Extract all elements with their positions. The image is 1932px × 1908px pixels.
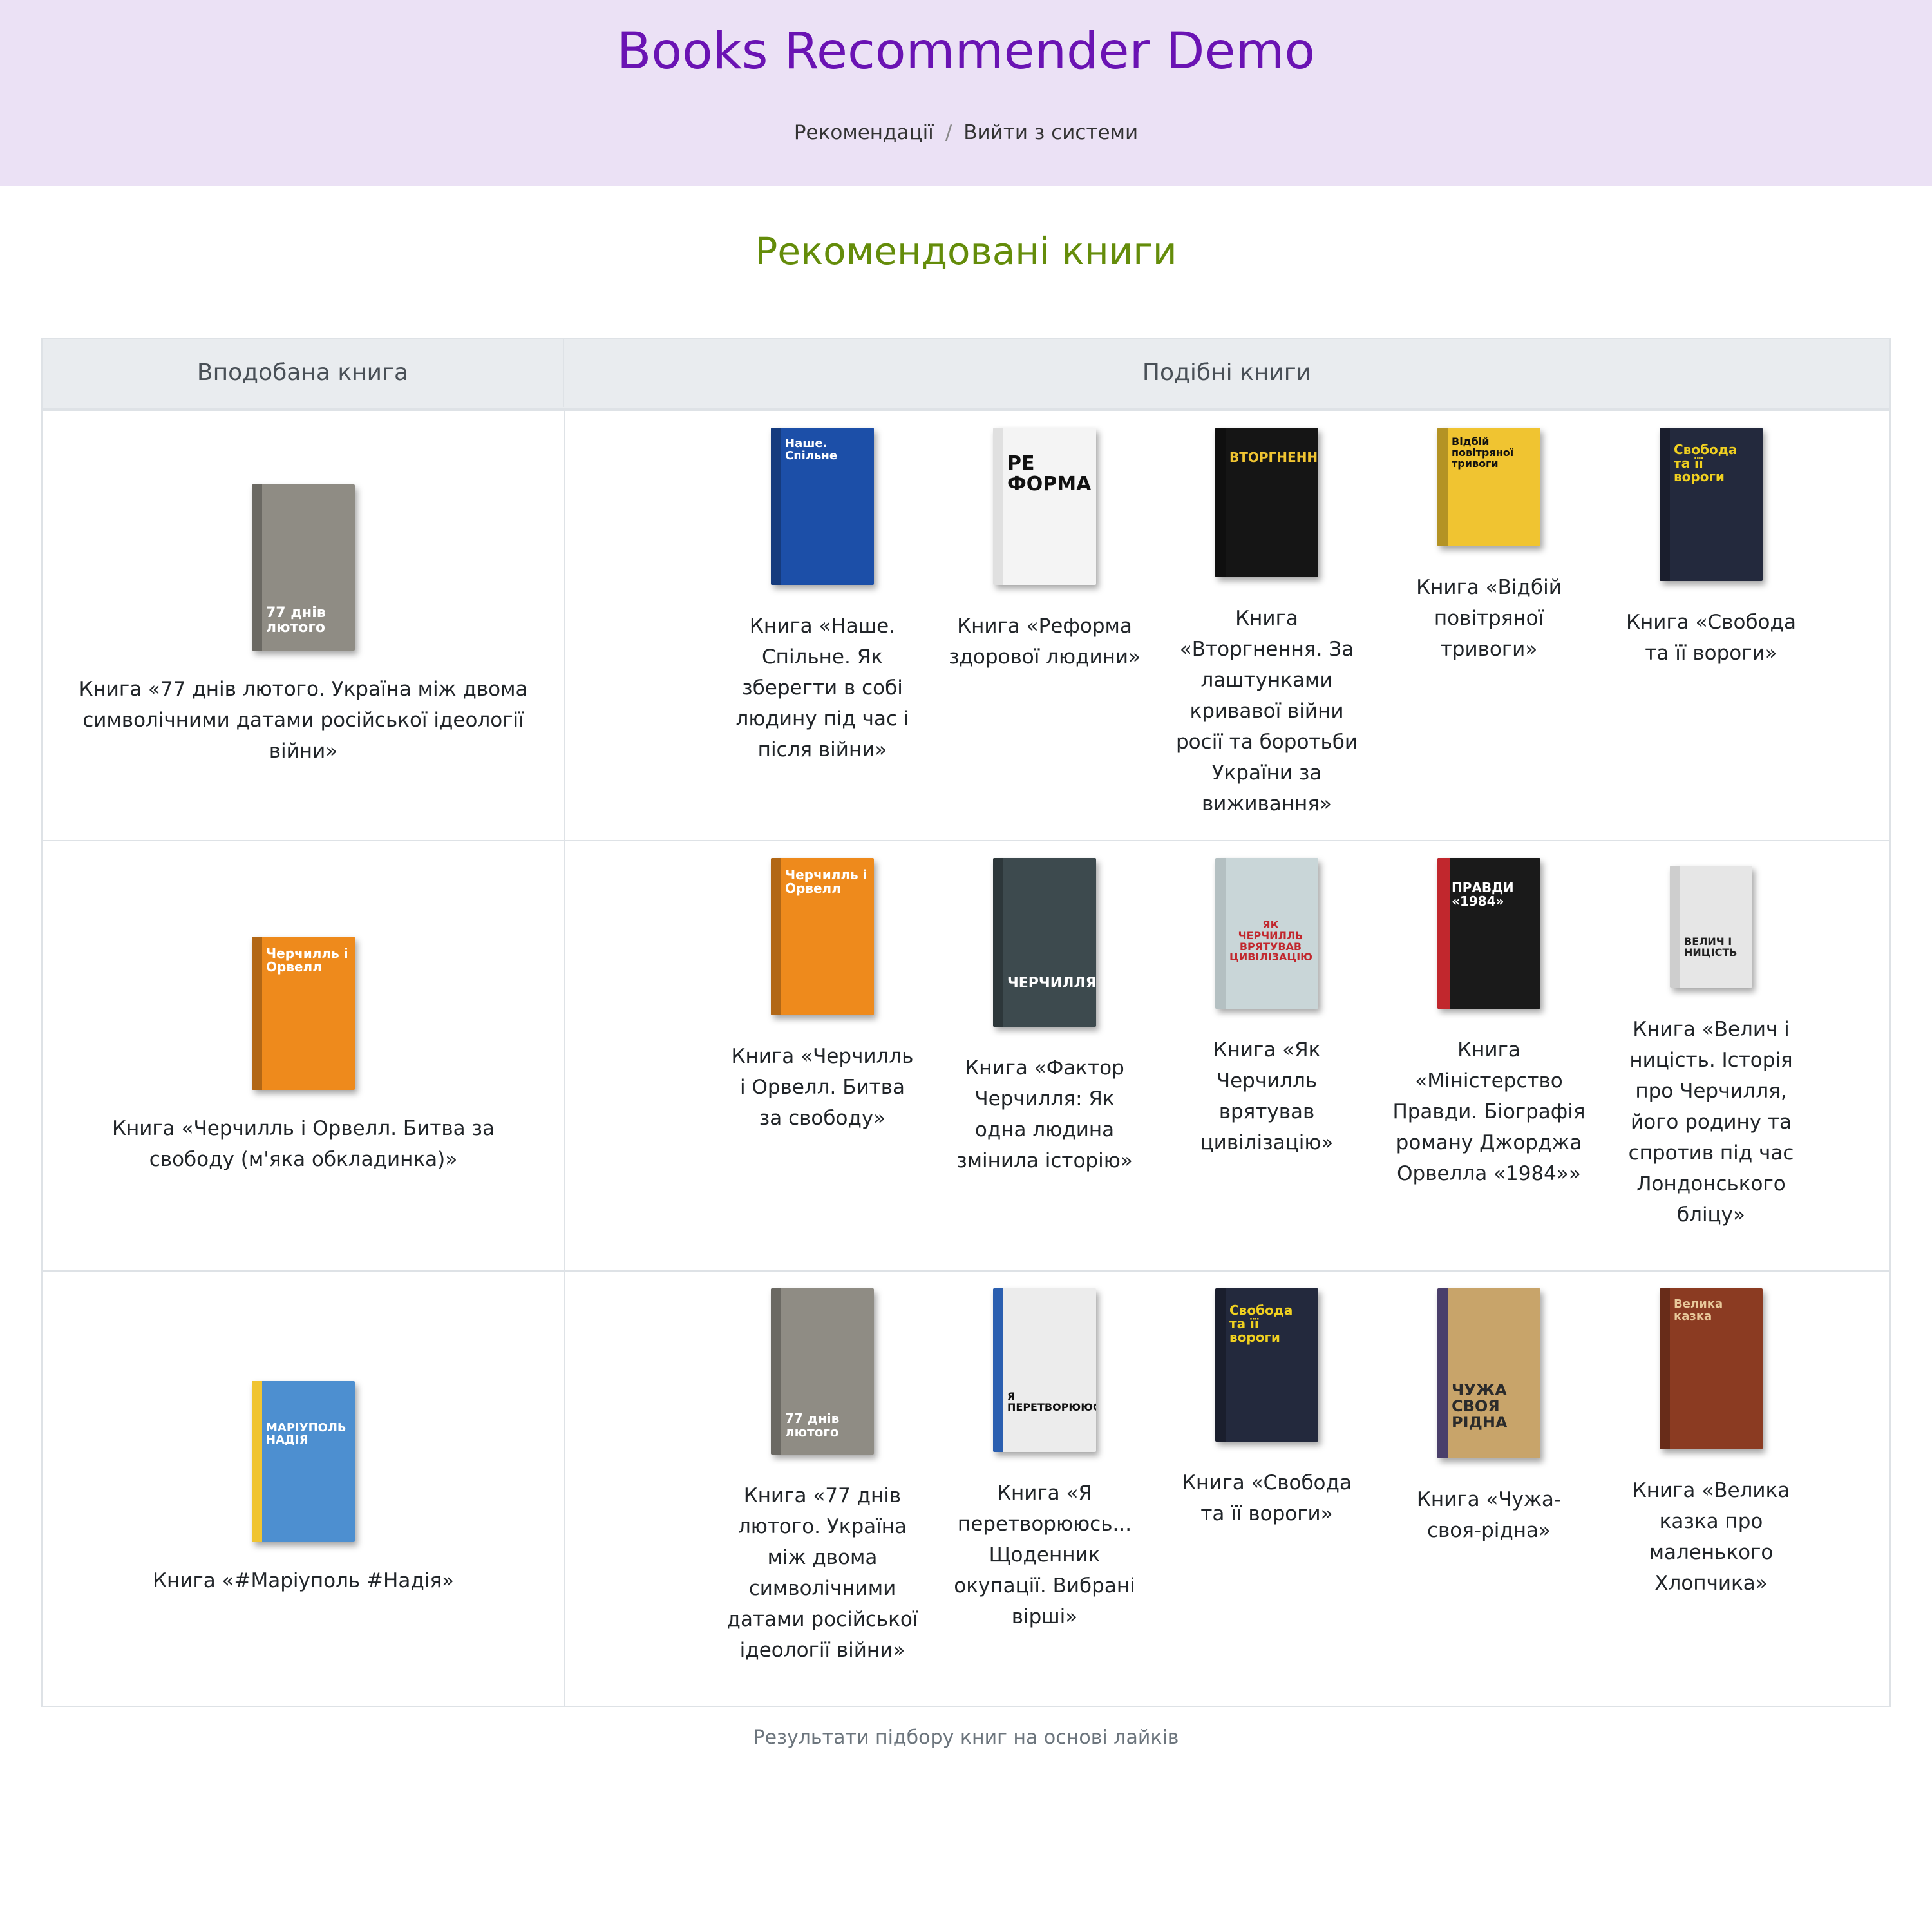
table-row: 77 днів лютого Книга «77 днів лютого. Ук… (43, 410, 1889, 840)
book-cover-image[interactable]: ЯК ЧЕРЧИЛЛЬ ВРЯТУВАВ ЦИВІЛІЗАЦІЮ (1215, 858, 1318, 1009)
book-cover-image[interactable]: Наше. Спільне (771, 428, 874, 585)
similar-book-title[interactable]: Книга «Наше. Спільне. Як зберегти в собі… (726, 611, 919, 765)
similar-book: ЧУЖА СВОЯ РІДНА Книга «Чужа-своя-рідна» (1392, 1288, 1586, 1546)
book-cover-image[interactable]: ВТОРГНЕННЯ (1215, 428, 1318, 577)
similar-book-title[interactable]: Книга «Велика казка про маленького Хлопч… (1615, 1475, 1808, 1599)
site-header: Books Recommender Demo Рекомендації / Вийт… (0, 0, 1932, 186)
breadcrumb-nav: Рекомендації / Вийти з системи (0, 119, 1932, 147)
similar-book: Свобода та її вороги Книга «Свобода та ї… (1170, 1288, 1363, 1529)
similar-book-title[interactable]: Книга «Чужа-своя-рідна» (1392, 1484, 1586, 1546)
similar-book-title[interactable]: Книга «Свобода та її вороги» (1170, 1467, 1363, 1529)
similar-book-title[interactable]: Книга «Фактор Черчилля: Як одна людина з… (948, 1053, 1141, 1176)
similar-book-title[interactable]: Книга «77 днів лютого. Україна між двома… (726, 1480, 919, 1666)
similar-book: Свобода та її вороги Книга «Свобода та ї… (1615, 428, 1808, 669)
book-cover-image[interactable]: ЧУЖА СВОЯ РІДНА (1437, 1288, 1540, 1458)
table-header: Вподобана книга Подібні книги (43, 339, 1889, 410)
similar-book: Черчилль і Орвелл Книга «Черчилль і Орве… (726, 858, 919, 1134)
similar-book: ВЕЛИЧ І НИЦІСТЬ Книга «Велич і ницість. … (1615, 858, 1808, 1230)
similar-book: ПРАВДИ «1984» Книга «Міністерство Правди… (1392, 858, 1586, 1189)
similar-book-title[interactable]: Книга «Як Черчилль врятував цивілізацію» (1170, 1035, 1363, 1158)
page-title: Рекомендовані книги (755, 229, 1177, 273)
similar-book: РЕ ФОРМА Книга «Реформа здорової людини» (948, 428, 1141, 673)
book-cover-image[interactable]: 77 днів лютого (771, 1288, 874, 1455)
nav-separator: / (945, 121, 952, 144)
nav-recommendations-link[interactable]: Рекомендації (794, 121, 934, 144)
book-cover-image[interactable]: РЕ ФОРМА (993, 428, 1096, 585)
book-cover-image[interactable]: Черчилль і Орвелл (252, 937, 355, 1090)
liked-book-title[interactable]: Книга «77 днів лютого. Україна між двома… (78, 674, 529, 767)
nav-logout-link[interactable]: Вийти з системи (963, 121, 1138, 144)
similar-book-title[interactable]: Книга «Вторгнення. За лаштунками криваво… (1170, 603, 1363, 819)
book-cover-image[interactable]: Відбій повітряної тривоги (1437, 428, 1540, 546)
liked-book-cell: 77 днів лютого Книга «77 днів лютого. Ук… (43, 411, 564, 840)
similar-book-title[interactable]: Книга «Відбій повітряної тривоги» (1392, 572, 1586, 665)
book-cover-image[interactable]: ЧЕРЧИЛЛЯ (993, 858, 1096, 1027)
similar-book: ВТОРГНЕННЯ Книга «Вторгнення. За лаштунк… (1170, 428, 1363, 819)
column-header-liked: Вподобана книга (43, 339, 564, 407)
similar-book: 77 днів лютого Книга «77 днів лютого. Ук… (726, 1288, 919, 1666)
book-cover-image[interactable]: Я ПЕРЕТВОРЮЮСЬ (993, 1288, 1096, 1452)
similar-book-title[interactable]: Книга «Я перетворююсь... Щоденник окупац… (948, 1478, 1141, 1632)
similar-book-title[interactable]: Книга «Реформа здорової людини» (948, 611, 1141, 673)
results-note: Результати підбору книг на основі лайків (753, 1726, 1179, 1749)
column-header-similar: Подібні книги (1142, 359, 1312, 386)
book-cover-image[interactable]: 77 днів лютого (252, 484, 355, 651)
similar-book-title[interactable]: Книга «Свобода та її вороги» (1615, 607, 1808, 669)
table-row: Черчилль і Орвелл Книга «Черчилль і Орве… (43, 840, 1889, 1270)
similar-book-title[interactable]: Книга «Черчилль і Орвелл. Битва за свобо… (726, 1041, 919, 1134)
table-row: МАРІУПОЛЬ НАДІЯ Книга «#Маріуполь #Надія… (43, 1270, 1889, 1706)
book-cover-image[interactable]: Свобода та її вороги (1660, 428, 1763, 581)
similar-book: ЧЕРЧИЛЛЯ Книга «Фактор Черчилля: Як одна… (948, 858, 1141, 1176)
similar-book: ЯК ЧЕРЧИЛЛЬ ВРЯТУВАВ ЦИВІЛІЗАЦІЮ Книга «… (1170, 858, 1363, 1158)
book-cover-image[interactable]: Свобода та її вороги (1215, 1288, 1318, 1442)
similar-book-title[interactable]: Книга «Велич і ницість. Історія про Черч… (1615, 1014, 1808, 1230)
liked-book-title[interactable]: Книга «#Маріуполь #Надія» (78, 1565, 529, 1596)
similar-book: Я ПЕРЕТВОРЮЮСЬ Книга «Я перетворююсь... … (948, 1288, 1141, 1632)
book-cover-image[interactable]: Черчилль і Орвелл (771, 858, 874, 1015)
liked-book-cell: МАРІУПОЛЬ НАДІЯ Книга «#Маріуполь #Надія… (43, 1272, 564, 1706)
liked-book-cell: Черчилль і Орвелл Книга «Черчилль і Орве… (43, 841, 564, 1270)
similar-book-title[interactable]: Книга «Міністерство Правди. Біографія ро… (1392, 1035, 1586, 1189)
liked-book-title[interactable]: Книга «Черчилль і Орвелл. Битва за свобо… (78, 1113, 529, 1175)
app-title: Books Recommender Demo (616, 23, 1316, 81)
book-cover-image[interactable]: МАРІУПОЛЬ НАДІЯ (252, 1381, 355, 1542)
recommendations-table: Вподобана книга Подібні книги 77 днів лю… (41, 338, 1891, 1707)
book-cover-image[interactable]: Велика казка (1660, 1288, 1763, 1449)
similar-book: Відбій повітряної тривоги Книга «Відбій … (1392, 428, 1586, 665)
book-cover-image[interactable]: ПРАВДИ «1984» (1437, 858, 1540, 1009)
similar-book: Наше. Спільне Книга «Наше. Спільне. Як з… (726, 428, 919, 765)
similar-book: Велика казка Книга «Велика казка про мал… (1615, 1288, 1808, 1599)
book-cover-image[interactable]: ВЕЛИЧ І НИЦІСТЬ (1670, 866, 1752, 988)
